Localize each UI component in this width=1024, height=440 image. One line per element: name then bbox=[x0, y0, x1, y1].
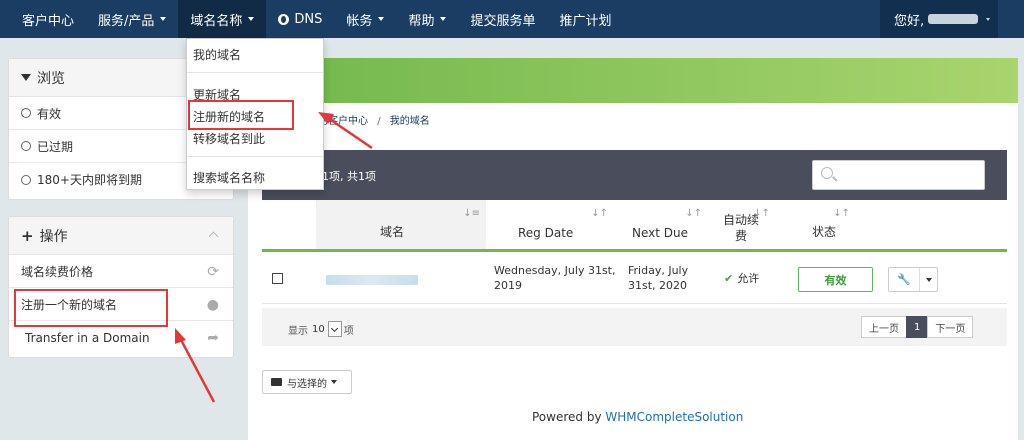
arrow-to-menu bbox=[327, 116, 373, 150]
arrow-head-action bbox=[175, 328, 186, 344]
arrow-head-menu bbox=[318, 112, 334, 124]
arrow-to-action bbox=[178, 337, 216, 403]
annotation-arrows bbox=[175, 112, 373, 403]
